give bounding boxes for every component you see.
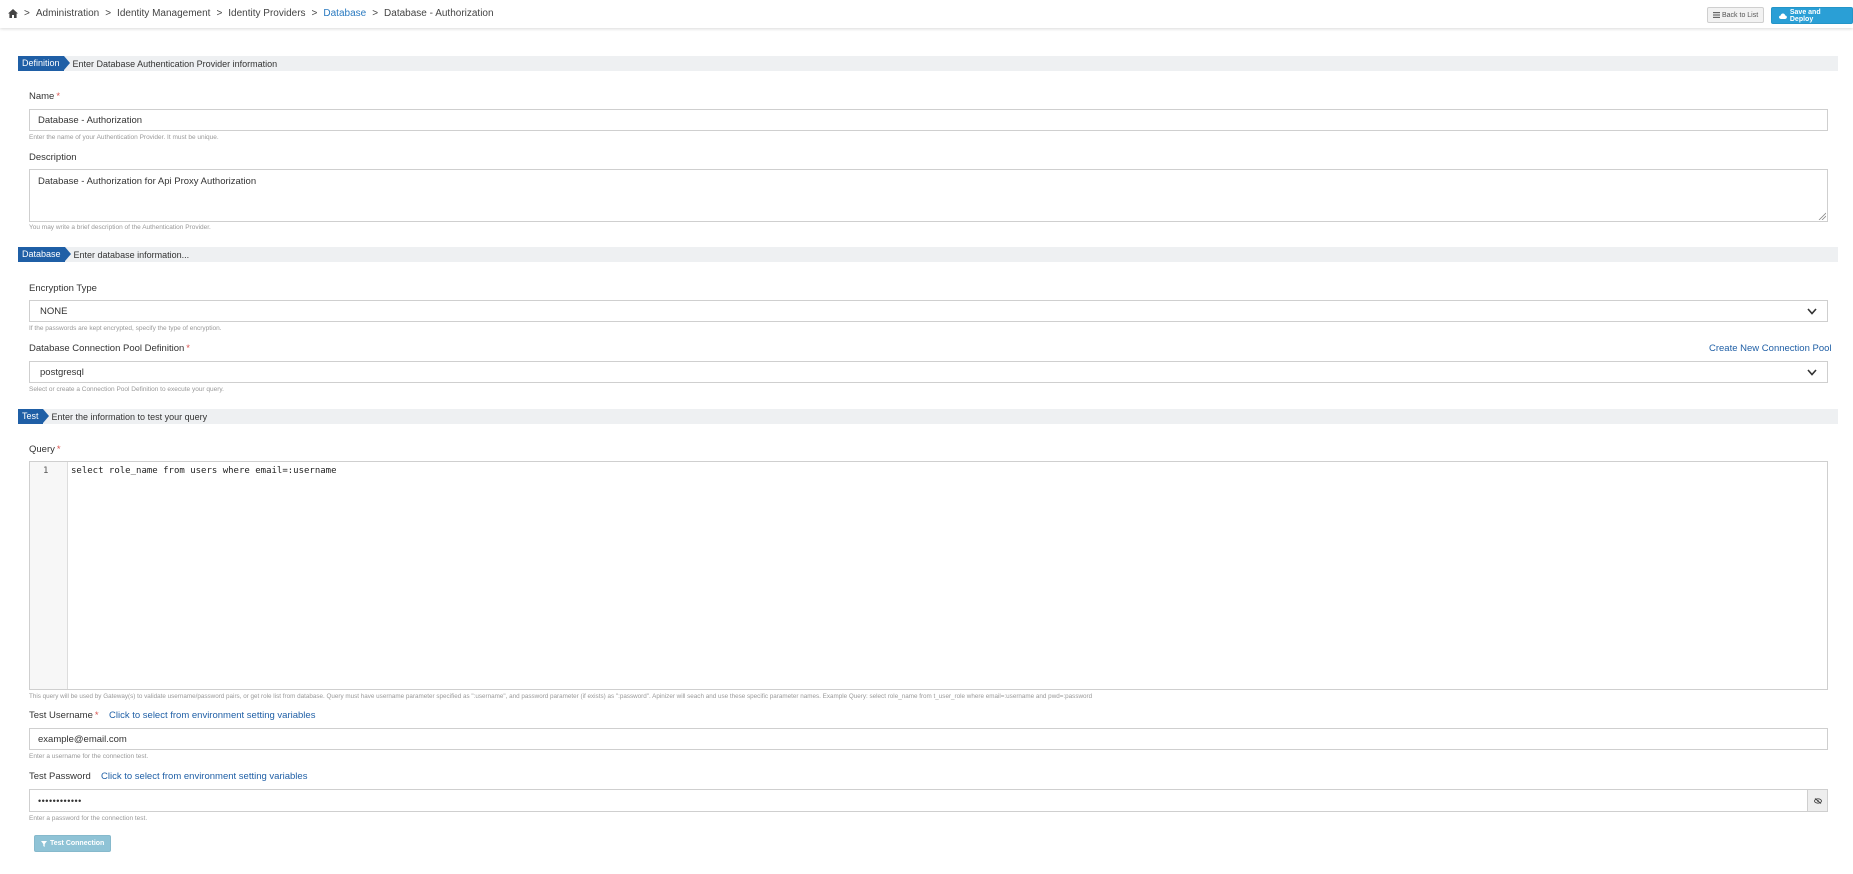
test-connection-button[interactable]: Test Connection <box>34 835 112 852</box>
description-help: You may write a brief description of the… <box>29 224 211 231</box>
breadcrumb-current: Database - Authorization <box>384 8 494 19</box>
database-section-desc: Enter database information... <box>73 249 190 260</box>
create-connection-pool-link[interactable]: Create New Connection Pool <box>1709 343 1832 354</box>
query-code-editor[interactable]: 1 select role_name from users where emai… <box>29 461 1828 690</box>
description-textarea[interactable]: Database - Authorization for Api Proxy A… <box>29 169 1828 222</box>
definition-section-desc: Enter Database Authentication Provider i… <box>72 58 278 69</box>
database-section-header: Database Enter database information... <box>18 247 1838 262</box>
encryption-type-select[interactable]: NONE <box>29 300 1828 322</box>
description-label-text: Description <box>29 152 77 163</box>
chevron-down-icon <box>1807 307 1817 315</box>
toggle-password-visibility-button[interactable] <box>1807 789 1828 812</box>
name-label-text: Name <box>29 91 55 102</box>
back-to-list-button[interactable]: Back to List <box>1707 7 1765 23</box>
definition-section-tag: Definition <box>18 56 70 71</box>
name-help: Enter the name of your Authentication Pr… <box>29 134 219 141</box>
resize-grip-icon[interactable] <box>1818 212 1826 220</box>
test-password-env-link[interactable]: Click to select from environment setting… <box>101 771 307 782</box>
description-value: Database - Authorization for Api Proxy A… <box>38 176 257 187</box>
required-asterisk: * <box>56 91 61 102</box>
query-help: This query will be used by Gateway(s) to… <box>29 693 1093 700</box>
database-section-tag: Database <box>18 247 71 262</box>
filter-icon <box>41 840 47 847</box>
breadcrumb-separator: > <box>105 8 112 19</box>
encryption-type-value: NONE <box>40 305 68 317</box>
connection-pool-help: Select or create a Connection Pool Defin… <box>29 386 224 393</box>
breadcrumb-identity-providers[interactable]: Identity Providers <box>228 8 305 19</box>
line-number-gutter: 1 <box>30 462 68 689</box>
test-section-tag: Test <box>18 409 48 424</box>
chevron-down-icon <box>1807 368 1817 376</box>
test-password-input[interactable]: •••••••••••• <box>29 789 1808 812</box>
connection-pool-label: Database Connection Pool Definition * <box>29 343 190 354</box>
test-username-env-link[interactable]: Click to select from environment setting… <box>109 710 315 721</box>
connection-pool-label-text: Database Connection Pool Definition <box>29 343 185 354</box>
name-label: Name * <box>29 91 60 102</box>
test-username-label-text: Test Username <box>29 710 93 721</box>
definition-section-header: Definition Enter Database Authentication… <box>18 56 1838 71</box>
line-number: 1 <box>43 466 49 476</box>
list-icon <box>1713 12 1720 18</box>
test-section-header: Test Enter the information to test your … <box>18 409 1838 424</box>
breadcrumb-separator: > <box>24 8 30 19</box>
query-code-line: select role_name from users where email=… <box>71 466 337 476</box>
cloud-upload-icon <box>1779 12 1787 19</box>
breadcrumb-separator: > <box>311 8 318 19</box>
home-icon[interactable] <box>8 9 18 18</box>
breadcrumb-separator: > <box>372 8 379 19</box>
required-asterisk: * <box>94 710 99 721</box>
test-password-group: •••••••••••• <box>29 789 1828 812</box>
save-and-deploy-button[interactable]: Save and Deploy <box>1771 7 1853 24</box>
breadcrumb-separator: > <box>216 8 223 19</box>
test-username-label: Test Username * <box>29 710 99 721</box>
back-to-list-label: Back to List <box>1722 11 1759 19</box>
top-bar: > Administration > Identity Management >… <box>0 0 1853 28</box>
required-asterisk: * <box>186 343 190 354</box>
eye-slash-icon <box>1813 797 1822 804</box>
breadcrumb: > Administration > Identity Management >… <box>8 8 494 19</box>
connection-pool-select[interactable]: postgresql <box>29 361 1828 383</box>
save-and-deploy-label: Save and Deploy <box>1789 8 1821 23</box>
breadcrumb-administration[interactable]: Administration <box>36 8 99 19</box>
description-label: Description <box>29 152 77 163</box>
encryption-type-label: Encryption Type <box>29 283 97 294</box>
breadcrumb-identity-management[interactable]: Identity Management <box>117 8 210 19</box>
required-asterisk: * <box>56 444 61 455</box>
test-username-help: Enter a username for the connection test… <box>29 753 149 760</box>
test-section-desc: Enter the information to test your query <box>51 411 208 422</box>
connection-pool-value: postgresql <box>40 366 84 378</box>
query-label-text: Query <box>29 444 55 455</box>
test-connection-label: Test Connection <box>50 840 105 847</box>
breadcrumb-database[interactable]: Database <box>323 8 366 19</box>
test-username-input[interactable]: example@email.com <box>29 728 1828 750</box>
name-input[interactable]: Database - Authorization <box>29 109 1828 131</box>
encryption-type-help: If the passwords are kept encrypted, spe… <box>29 325 222 332</box>
test-password-label: Test Password <box>29 771 91 782</box>
query-label: Query * <box>29 444 61 455</box>
test-password-help: Enter a password for the connection test… <box>29 815 148 822</box>
